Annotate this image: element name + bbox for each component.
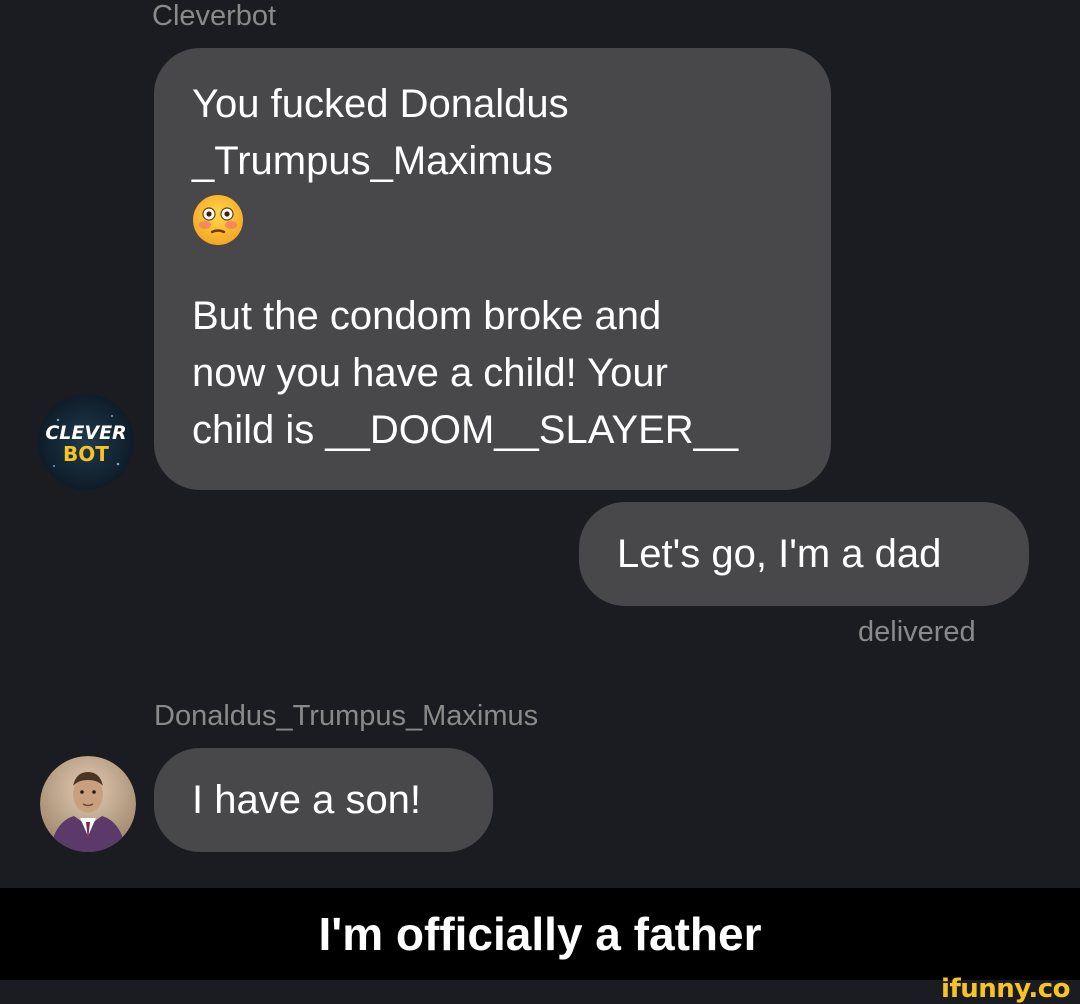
message-line: now you have a child! Your: [192, 351, 668, 395]
watermark-strip: ifunny.co: [0, 974, 1080, 1004]
message-bubble-user[interactable]: Let's go, I'm a dad: [579, 502, 1029, 606]
person-avatar-icon[interactable]: [40, 756, 136, 852]
flushed-face-emoji-icon: [192, 194, 793, 262]
chat-thread: Cleverbot You fucked Donaldus _Trumpus_M…: [0, 0, 1080, 888]
sender-name-cleverbot: Cleverbot: [152, 0, 277, 32]
cleverbot-logo-text: CLEVER: [45, 422, 126, 444]
message-line: You fucked Donaldus: [192, 82, 569, 126]
cleverbot-logo-text: BOT: [63, 442, 109, 466]
message-bubble-donaldus[interactable]: I have a son!: [154, 748, 493, 852]
message-text: Let's go, I'm a dad: [617, 532, 942, 576]
ifunny-watermark: ifunny.co: [941, 974, 1070, 1004]
meme-caption: I'm officially a father: [318, 908, 762, 960]
delivery-status: delivered: [858, 616, 976, 648]
message-text: I have a son!: [192, 778, 422, 822]
cleverbot-avatar[interactable]: CLEVER BOT: [38, 394, 134, 490]
message-bubble-cleverbot[interactable]: You fucked Donaldus _Trumpus_Maximus But…: [154, 48, 831, 490]
meme-caption-bar: I'm officially a father: [0, 888, 1080, 980]
message-line: child is __DOOM__SLAYER__: [192, 408, 739, 452]
message-line: But the condom broke and: [192, 294, 662, 338]
sender-name-donaldus: Donaldus_Trumpus_Maximus: [154, 700, 539, 732]
message-line: _Trumpus_Maximus: [192, 139, 553, 183]
